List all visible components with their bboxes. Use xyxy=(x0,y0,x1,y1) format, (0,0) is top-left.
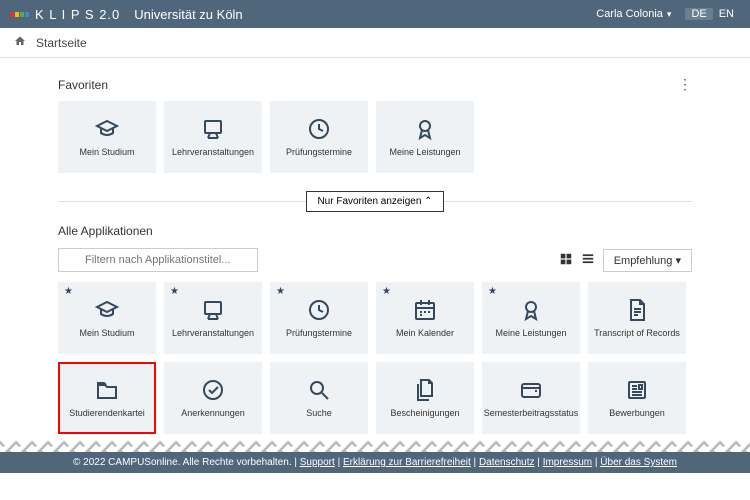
tile-label: Mein Studium xyxy=(76,329,137,339)
tile-label: Bescheinigungen xyxy=(387,409,462,419)
app-tile-mein-studium[interactable]: ★ Mein Studium xyxy=(58,282,156,354)
tile-label: Mein Studium xyxy=(76,148,137,158)
clock-icon xyxy=(306,116,332,142)
favorite-star-icon: ★ xyxy=(382,286,391,297)
rosette-icon xyxy=(518,297,544,323)
clock-icon xyxy=(306,297,332,323)
footer: © 2022 CAMPUSonline. Alle Rechte vorbeha… xyxy=(0,452,750,473)
chevron-up-icon: ⌃ xyxy=(424,196,432,207)
favorites-grid: Mein Studium Lehrveranstaltungen Prüfungst… xyxy=(58,101,692,173)
app-tile-lehrveranstaltungen[interactable]: Lehrveranstaltungen xyxy=(164,101,262,173)
apps-grid: ★ Mein Studium ★ Lehrveranstaltungen ★ Prüfun… xyxy=(58,282,692,434)
app-header: K L I P S 2.0 Universität zu Köln Carla … xyxy=(0,0,750,28)
footer-link[interactable]: Über das System xyxy=(600,457,677,468)
app-tile-meine-leistungen[interactable]: Meine Leistungen xyxy=(376,101,474,173)
tile-label: Meine Leistungen xyxy=(492,329,569,339)
caret-down-icon: ▾ xyxy=(675,255,681,267)
app-tile-studierendenkartei[interactable]: Studierendenkartei xyxy=(58,362,156,434)
doc-icon xyxy=(624,297,650,323)
brand: K L I P S 2.0 xyxy=(35,7,120,22)
tile-label: Suche xyxy=(303,409,335,419)
app-tile-suche[interactable]: Suche xyxy=(270,362,368,434)
tile-label: Prüfungstermine xyxy=(283,148,355,158)
home-icon[interactable] xyxy=(14,35,26,50)
folder-icon xyxy=(94,377,120,403)
calendar-icon xyxy=(412,297,438,323)
all-apps-title: Alle Applikationen xyxy=(58,224,153,238)
grid-view-icon[interactable] xyxy=(559,252,573,269)
toggle-favorites-button[interactable]: Nur Favoriten anzeigen ⌃ xyxy=(306,191,443,212)
favorites-title: Favoriten xyxy=(58,78,108,92)
news-icon xyxy=(624,377,650,403)
filter-input[interactable] xyxy=(58,248,258,272)
board-icon xyxy=(200,116,226,142)
app-tile-semesterbeitragsstatus[interactable]: Semesterbeitragsstatus xyxy=(482,362,580,434)
tile-label: Lehrveranstaltungen xyxy=(169,148,257,158)
tile-label: Lehrveranstaltungen xyxy=(169,329,257,339)
favorite-star-icon: ★ xyxy=(170,286,179,297)
app-tile-bescheinigungen[interactable]: Bescheinigungen xyxy=(376,362,474,434)
tile-label: Anerkennungen xyxy=(178,409,248,419)
tile-label: Bewerbungen xyxy=(606,409,668,419)
rosette-icon xyxy=(412,116,438,142)
app-tile-mein-kalender[interactable]: ★ Mein Kalender xyxy=(376,282,474,354)
footer-link[interactable]: Datenschutz xyxy=(479,457,535,468)
footer-link[interactable]: Support xyxy=(300,457,335,468)
board-icon xyxy=(200,297,226,323)
wallet-icon xyxy=(518,377,544,403)
university-name: Universität zu Köln xyxy=(134,7,242,22)
favorites-menu-icon[interactable]: ⋮ xyxy=(678,76,692,93)
docs-icon xyxy=(412,377,438,403)
sort-button[interactable]: Empfehlung ▾ xyxy=(603,249,692,272)
tile-label: Meine Leistungen xyxy=(386,148,463,158)
lang-de[interactable]: DE xyxy=(685,8,712,20)
cap-icon xyxy=(94,116,120,142)
tile-label: Studierendenkartei xyxy=(66,409,148,419)
breadcrumb[interactable]: Startseite xyxy=(36,36,87,50)
app-tile-transcript-of-records[interactable]: Transcript of Records xyxy=(588,282,686,354)
footer-link[interactable]: Impressum xyxy=(543,457,592,468)
app-tile-anerkennungen[interactable]: Anerkennungen xyxy=(164,362,262,434)
favorite-star-icon: ★ xyxy=(64,286,73,297)
app-tile-prüfungstermine[interactable]: ★ Prüfungstermine xyxy=(270,282,368,354)
subheader: Startseite xyxy=(0,28,750,58)
favorite-star-icon: ★ xyxy=(276,286,285,297)
app-tile-bewerbungen[interactable]: Bewerbungen xyxy=(588,362,686,434)
cap-icon xyxy=(94,297,120,323)
app-tile-mein-studium[interactable]: Mein Studium xyxy=(58,101,156,173)
user-menu[interactable]: Carla Colonia xyxy=(596,8,671,20)
tear-edge xyxy=(0,440,750,452)
app-tile-prüfungstermine[interactable]: Prüfungstermine xyxy=(270,101,368,173)
app-tile-meine-leistungen[interactable]: ★ Meine Leistungen xyxy=(482,282,580,354)
lang-en[interactable]: EN xyxy=(713,8,740,20)
check-icon xyxy=(200,377,226,403)
tile-label: Semesterbeitragsstatus xyxy=(481,409,582,419)
search-icon xyxy=(306,377,332,403)
footer-link[interactable]: Erklärung zur Barrierefreiheit xyxy=(343,457,471,468)
tile-label: Mein Kalender xyxy=(393,329,457,339)
list-view-icon[interactable] xyxy=(581,252,595,269)
app-tile-lehrveranstaltungen[interactable]: ★ Lehrveranstaltungen xyxy=(164,282,262,354)
tile-label: Transcript of Records xyxy=(591,329,683,339)
favorite-star-icon: ★ xyxy=(488,286,497,297)
tile-label: Prüfungstermine xyxy=(283,329,355,339)
logo-stripes xyxy=(10,12,29,17)
